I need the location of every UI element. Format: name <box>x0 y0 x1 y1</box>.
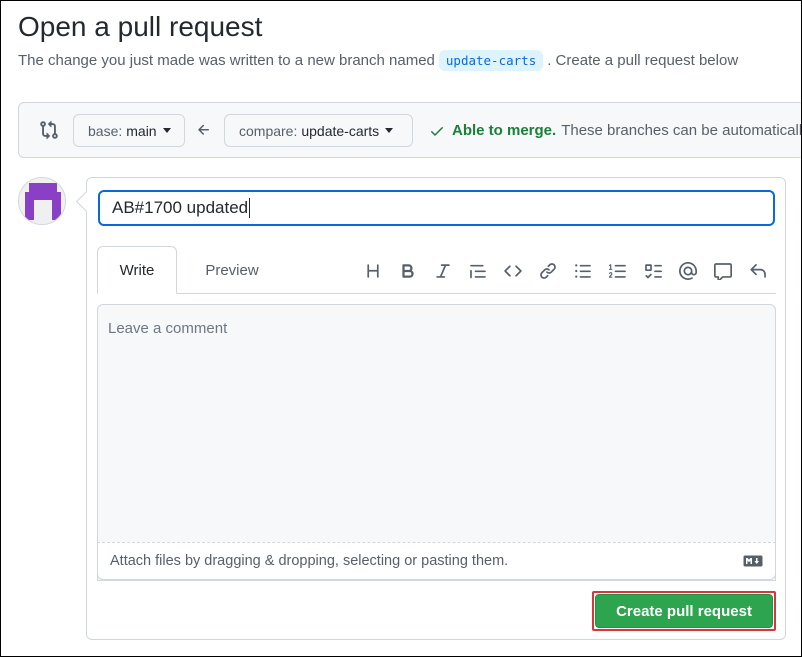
merge-status: Able to merge. These branches can be aut… <box>429 122 802 139</box>
merge-status-description: These branches can be automatically merg… <box>561 122 802 139</box>
code-icon[interactable] <box>495 258 530 284</box>
page-subtitle: The change you just made was written to … <box>18 50 739 71</box>
attach-files-text: Attach files by dragging & dropping, sel… <box>110 553 509 569</box>
base-branch-select[interactable]: base: main <box>73 114 185 147</box>
page-frame: Open a pull request The change you just … <box>0 0 802 657</box>
markdown-toolbar <box>355 258 775 284</box>
git-compare-icon <box>40 120 58 140</box>
quote-icon[interactable] <box>460 258 495 284</box>
bulleted-list-icon[interactable] <box>565 258 600 284</box>
avatar[interactable] <box>18 177 66 225</box>
compare-bar: base: main compare: update-carts Able to… <box>18 102 802 158</box>
pr-title-value: AB#1700 updated <box>112 198 249 217</box>
task-list-icon[interactable] <box>635 258 670 284</box>
heading-icon[interactable] <box>355 258 390 284</box>
pull-request-form: AB#1700 updated Write Preview Leave a co… <box>86 177 786 640</box>
compare-value: update-carts <box>301 122 380 139</box>
pr-title-input[interactable]: AB#1700 updated <box>98 190 775 226</box>
reply-icon[interactable] <box>740 258 775 284</box>
identicon-icon <box>19 178 65 224</box>
markdown-icon[interactable] <box>743 555 763 567</box>
base-value: main <box>126 122 157 139</box>
base-label: base: <box>88 122 123 139</box>
attach-files-bar[interactable]: Attach files by dragging & dropping, sel… <box>97 542 776 580</box>
tab-write[interactable]: Write <box>97 246 177 294</box>
compare-label: compare: <box>239 122 298 139</box>
italic-icon[interactable] <box>425 258 460 284</box>
reference-icon[interactable] <box>705 258 740 284</box>
merge-status-label: Able to merge. <box>452 122 557 139</box>
compare-branch-select[interactable]: compare: update-carts <box>224 114 413 147</box>
comment-textarea[interactable]: Leave a comment <box>97 304 776 581</box>
check-icon <box>431 126 443 136</box>
comment-placeholder: Leave a comment <box>108 320 228 337</box>
subtitle-text: The change you just made was written to … <box>18 52 435 69</box>
link-icon[interactable] <box>530 258 565 284</box>
chevron-down-icon <box>162 128 171 133</box>
subtitle-text-end: . Create a pull request below <box>547 52 739 69</box>
arrow-left-icon <box>198 124 209 135</box>
numbered-list-icon[interactable] <box>600 258 635 284</box>
create-pull-request-button[interactable]: Create pull request <box>595 594 773 628</box>
bold-icon[interactable] <box>390 258 425 284</box>
page-title: Open a pull request <box>18 11 263 42</box>
text-cursor <box>249 198 251 218</box>
tab-preview[interactable]: Preview <box>187 246 277 294</box>
branch-name-badge: update-carts <box>438 50 544 71</box>
mention-icon[interactable] <box>670 258 705 284</box>
chevron-down-icon <box>385 128 394 133</box>
